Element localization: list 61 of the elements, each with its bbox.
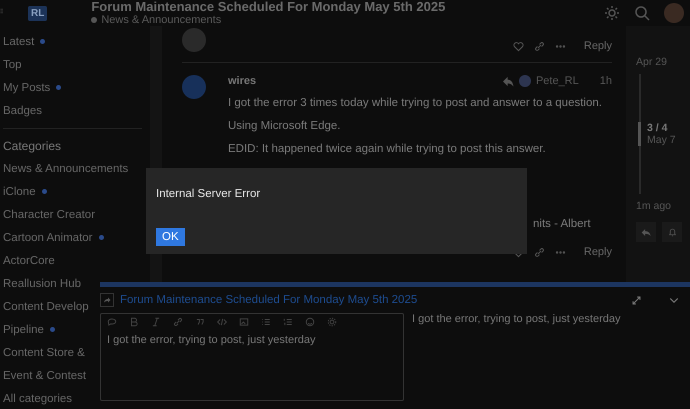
code-icon[interactable]: [217, 317, 227, 327]
topic-link[interactable]: Forum Maintenance Scheduled For Monday May 5th 2025: [120, 294, 625, 306]
timeline-start-date[interactable]: Apr 29: [636, 56, 690, 68]
sidebar-link[interactable]: Content Develop: [3, 300, 89, 312]
sidebar-link[interactable]: Character Creator: [3, 208, 96, 220]
timeline-handle[interactable]: 3 / 4 May 7: [638, 122, 690, 146]
ok-button[interactable]: OK: [156, 228, 185, 246]
reply-to-user[interactable]: Pete_RL: [536, 75, 579, 87]
bold-icon[interactable]: [129, 317, 139, 327]
sidebar-link[interactable]: Event & Contest: [3, 370, 86, 382]
link-icon[interactable]: [534, 246, 545, 258]
sidebar-link[interactable]: Badges: [3, 104, 42, 116]
sidebar-link[interactable]: News & Announcements: [3, 162, 128, 174]
reply-field[interactable]: I got the error, trying to post, just yesterday: [101, 330, 403, 400]
speech-bubble-icon[interactable]: [107, 317, 117, 327]
categories-heading[interactable]: Categories: [3, 139, 62, 153]
bullet-list-icon[interactable]: [261, 317, 271, 327]
category-link[interactable]: News & Announcements: [101, 14, 222, 26]
reply-editor[interactable]: I got the error, trying to post, just yesterday: [100, 313, 404, 401]
sidebar-link[interactable]: iClone: [3, 186, 36, 198]
bell-icon[interactable]: [662, 222, 682, 242]
reply-button[interactable]: Reply: [576, 40, 612, 52]
sidebar-link[interactable]: Top: [3, 58, 22, 70]
heart-icon[interactable]: [512, 40, 524, 52]
topic-title: Forum Maintenance Scheduled For Monday May 5th 2025: [91, 0, 446, 14]
smiley-icon[interactable]: [305, 317, 315, 327]
reply-button[interactable]: Reply: [576, 246, 612, 258]
search-icon[interactable]: [634, 5, 650, 21]
sidebar-link[interactable]: My Posts: [3, 82, 50, 94]
avatar[interactable]: [182, 28, 206, 52]
user-avatar[interactable]: [664, 3, 684, 23]
reply-arrow-icon[interactable]: [502, 76, 514, 86]
sidebar-link[interactable]: Reallusion Hub: [3, 278, 81, 290]
link-icon[interactable]: [534, 40, 545, 52]
timeline-end-date[interactable]: 1m ago: [636, 200, 690, 212]
sun-icon[interactable]: [604, 5, 620, 21]
site-logo[interactable]: RL: [28, 6, 48, 20]
avatar[interactable]: [518, 75, 531, 87]
gear-icon[interactable]: [327, 317, 337, 327]
error-message: Internal Server Error: [156, 188, 262, 200]
image-icon[interactable]: [239, 317, 249, 327]
post-text: EDID: It happened twice again while trying to post this answer.: [228, 143, 547, 156]
category-dot: [91, 17, 98, 23]
post-time[interactable]: 1h: [600, 75, 612, 87]
expand-icon[interactable]: [631, 294, 642, 306]
sidebar-link[interactable]: Latest: [3, 36, 34, 48]
sidebar-link[interactable]: Content Store &: [3, 346, 85, 358]
post-text: I got the error 3 times today while trying to post and answer to a question.: [228, 97, 603, 110]
sidebar-link[interactable]: All categories: [3, 392, 72, 404]
quote-icon[interactable]: [195, 317, 205, 327]
sidebar-link[interactable]: ActorCore: [3, 254, 55, 266]
numbered-list-icon[interactable]: [283, 317, 293, 327]
reply-preview: I got the error, trying to post, just yesterday: [412, 313, 620, 327]
avatar[interactable]: [182, 75, 206, 99]
link-icon[interactable]: [173, 317, 183, 327]
post-text: Using Microsoft Edge.: [228, 120, 342, 133]
username[interactable]: wires: [228, 75, 256, 87]
signature-text: nits - Albert: [532, 218, 592, 230]
italic-icon[interactable]: [151, 317, 161, 327]
sidebar-link[interactable]: Cartoon Animator: [3, 232, 92, 244]
sidebar-link[interactable]: Pipeline: [3, 324, 44, 336]
